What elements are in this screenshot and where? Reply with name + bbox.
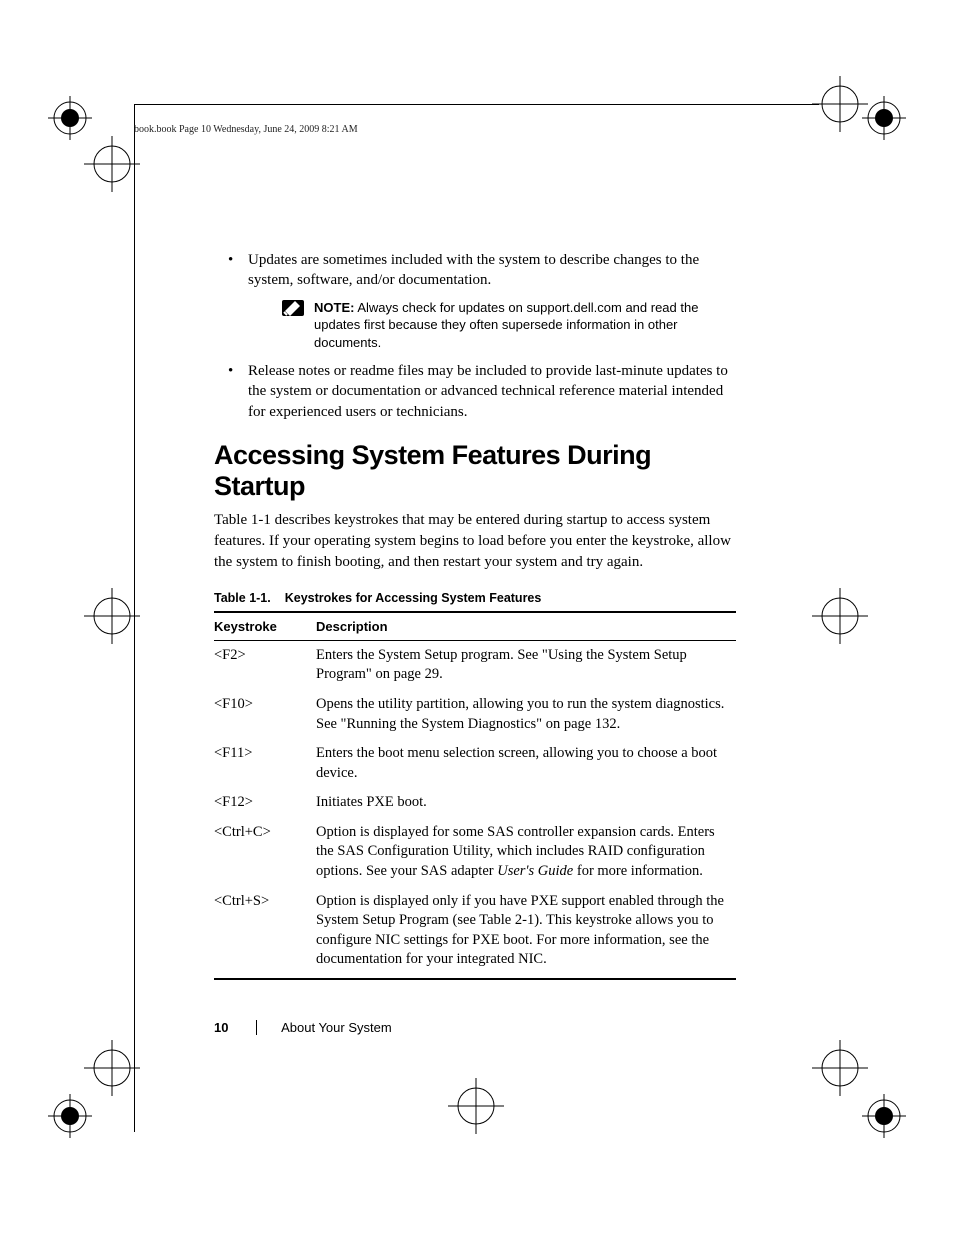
cell-text: for more information.: [573, 863, 703, 879]
table-row: <F12> Initiates PXE boot.: [214, 788, 736, 818]
printer-mark-icon: [812, 588, 868, 644]
note-icon: [282, 300, 304, 316]
page-content: Updates are sometimes included with the …: [214, 250, 736, 980]
frame-top: [135, 104, 819, 105]
page-number: 10: [214, 1020, 228, 1035]
bullet-item: Release notes or readme files may be inc…: [214, 361, 736, 422]
printer-mark-icon: [48, 1094, 92, 1138]
printer-mark-icon: [862, 1094, 906, 1138]
cell-text-italic: User's Guide: [497, 863, 573, 879]
page-footer: 10 About Your System: [214, 1020, 392, 1035]
cell-description: Option is displayed for some SAS control…: [316, 818, 736, 887]
table-row: <F11> Enters the boot menu selection scr…: [214, 739, 736, 788]
cell-keystroke: <Ctrl+S>: [214, 887, 316, 979]
printer-mark-icon: [84, 588, 140, 644]
printer-mark-icon: [812, 1040, 868, 1096]
keystroke-table: Keystroke Description <F2> Enters the Sy…: [214, 611, 736, 980]
bullet-item: Updates are sometimes included with the …: [214, 250, 736, 351]
table-caption-number: Table 1-1.: [214, 591, 271, 605]
printer-mark-icon: [48, 96, 92, 140]
cell-keystroke: <F2>: [214, 640, 316, 690]
cell-description: Initiates PXE boot.: [316, 788, 736, 818]
cell-keystroke: <F10>: [214, 690, 316, 739]
bullet-text: Release notes or readme files may be inc…: [248, 363, 728, 420]
note-text: Always check for updates on: [354, 300, 526, 315]
cell-keystroke: <Ctrl+C>: [214, 818, 316, 887]
table-row: <F2> Enters the System Setup program. Se…: [214, 640, 736, 690]
table-caption: Table 1-1. Keystrokes for Accessing Syste…: [214, 591, 736, 605]
cell-keystroke: <F12>: [214, 788, 316, 818]
printer-mark-icon: [84, 136, 140, 192]
note-label: NOTE:: [314, 300, 354, 315]
table-row: <Ctrl+C> Option is displayed for some SA…: [214, 818, 736, 887]
bullet-text: Updates are sometimes included with the …: [248, 252, 699, 288]
table-row: <F10> Opens the utility partition, allow…: [214, 690, 736, 739]
cell-keystroke: <F11>: [214, 739, 316, 788]
cell-description: Enters the boot menu selection screen, a…: [316, 739, 736, 788]
frame-left: [134, 104, 135, 1132]
printer-mark-icon: [862, 96, 906, 140]
section-intro: Table 1-1 describes keystrokes that may …: [214, 510, 736, 573]
running-header: book.book Page 10 Wednesday, June 24, 20…: [134, 124, 358, 135]
note-link-text: support.dell.com: [526, 300, 621, 315]
table-caption-title: Keystrokes for Accessing System Features: [285, 591, 542, 605]
note-block: NOTE: Always check for updates on suppor…: [282, 299, 736, 352]
table-header-keystroke: Keystroke: [214, 612, 316, 641]
cell-description: Enters the System Setup program. See "Us…: [316, 640, 736, 690]
footer-section-name: About Your System: [256, 1020, 392, 1035]
printer-mark-icon: [812, 76, 868, 132]
section-heading: Accessing System Features During Startup: [214, 440, 736, 502]
table-row: <Ctrl+S> Option is displayed only if you…: [214, 887, 736, 979]
table-header-description: Description: [316, 612, 736, 641]
cell-description: Opens the utility partition, allowing yo…: [316, 690, 736, 739]
printer-mark-icon: [448, 1078, 504, 1134]
printer-mark-icon: [84, 1040, 140, 1096]
cell-description: Option is displayed only if you have PXE…: [316, 887, 736, 979]
